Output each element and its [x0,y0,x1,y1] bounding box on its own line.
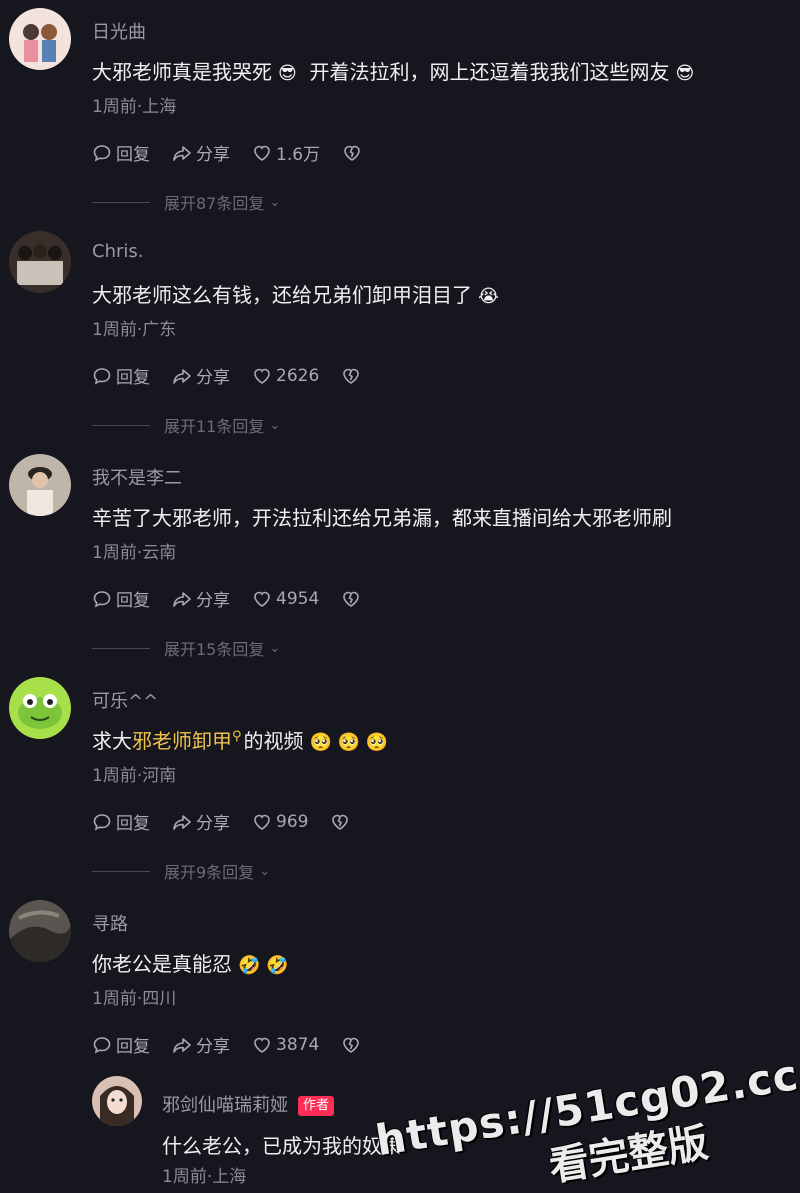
like-button[interactable]: 3874 [252,1035,319,1055]
share-arrow-icon [173,145,191,161]
chevron-down-icon: ⌄ [269,417,281,433]
comment-bubble-icon [93,813,111,830]
share-button[interactable]: 分享 [172,1032,230,1057]
comment-bubble-icon [93,1036,111,1053]
emoji: 😎 [675,63,695,84]
chevron-down-icon: ⌄ [269,640,281,656]
expand-replies[interactable]: 展开15条回复 ⌄ [92,636,280,660]
emoji: 🤣 🤣 [238,955,289,976]
divider [92,647,150,649]
share-arrow-icon [173,368,191,384]
expand-replies[interactable]: 展开9条回复 ⌄ [92,859,270,883]
comment-actions: 回复 分享 969 [92,809,350,834]
broken-heart-icon [344,145,360,161]
avatar[interactable] [9,8,71,70]
comment-item: 日光曲 大邪老师真是我哭死 😎 开着法拉利，网上还逗着我我们这些网友 😎 1周前·上… [0,0,800,223]
comment-text: 求大邪老师卸甲⚲ 的视频 🥺 🥺 🥺 [92,729,389,753]
comment-text: 大邪老师这么有钱，还给兄弟们卸甲泪目了 😭 [92,283,500,307]
reply-meta: 1周前·上海 [162,1167,247,1187]
reply-button[interactable]: 回复 [92,1032,150,1057]
comment-actions: 回复 分享 3874 [92,1032,361,1057]
dislike-button[interactable] [342,143,362,163]
reply-text: 什么老公，已成为我的奴隶 [162,1134,402,1158]
avatar[interactable] [92,1076,142,1126]
like-button[interactable]: 2626 [252,366,319,386]
username[interactable]: 我不是李二 [92,464,182,490]
chevron-down-icon: ⌄ [259,863,271,879]
emoji: 😭 [478,286,500,307]
reply-button[interactable]: 回复 [92,586,150,611]
comment-meta: 1周前·上海 [92,97,177,117]
divider [92,201,150,203]
comment-actions: 回复 分享 4954 [92,586,361,611]
like-count: 2626 [276,365,320,386]
like-button[interactable]: 1.6万 [252,140,320,165]
reply-button[interactable]: 回复 [92,140,150,165]
heart-icon [254,368,270,384]
dislike-button[interactable] [341,1035,361,1055]
comment-meta: 1周前·广东 [92,320,177,340]
like-count: 969 [276,811,309,832]
comment-bubble-icon [93,367,111,384]
username[interactable]: 日光曲 [92,18,146,44]
comment-meta: 1周前·河南 [92,766,177,786]
like-count: 4954 [276,588,320,609]
avatar[interactable] [9,677,71,739]
reply-button[interactable]: 回复 [92,809,150,834]
username[interactable]: 可乐^^ [92,687,158,713]
comment-meta: 1周前·四川 [92,989,177,1009]
divider [92,424,150,426]
comment-item: 我不是李二 辛苦了大邪老师，开法拉利还给兄弟漏，都来直播间给大邪老师刷 1周前·… [0,446,800,669]
reply-button[interactable]: 回复 [92,363,150,388]
dislike-button[interactable] [341,366,361,386]
dislike-button[interactable] [330,812,350,832]
username[interactable]: 邪剑仙喵瑞莉娅 作者 [162,1091,335,1117]
emoji: 🥺 🥺 🥺 [309,732,389,753]
comment-text: 大邪老师真是我哭死 😎 开着法拉利，网上还逗着我我们这些网友 😎 [92,60,695,84]
author-badge: 作者 [298,1096,335,1116]
share-button[interactable]: 分享 [172,140,230,165]
comment-text: 辛苦了大邪老师，开法拉利还给兄弟漏，都来直播间给大邪老师刷 [92,506,672,530]
heart-icon [254,814,270,830]
broken-heart-icon [343,591,360,607]
heart-icon [254,145,270,161]
broken-heart-icon [343,1037,360,1053]
like-count: 3874 [276,1034,320,1055]
broken-heart-icon [343,368,360,384]
emoji: 😎 [278,63,297,84]
heart-icon [254,591,270,607]
divider [92,870,150,872]
share-arrow-icon [173,814,191,830]
expand-replies[interactable]: 展开11条回复 ⌄ [92,413,280,437]
share-button[interactable]: 分享 [172,586,230,611]
search-link[interactable]: 邪老师卸甲 [132,729,232,753]
like-count: 1.6万 [276,145,321,165]
username[interactable]: Chris. [92,241,143,262]
search-icon[interactable]: ⚲ [232,729,242,744]
share-arrow-icon [173,591,191,607]
like-button[interactable]: 969 [252,812,308,832]
username[interactable]: 寻路 [92,910,128,936]
share-button[interactable]: 分享 [172,363,230,388]
comment-actions: 回复 分享 2626 [92,363,361,388]
comment-item: Chris. 大邪老师这么有钱，还给兄弟们卸甲泪目了 😭 1周前·广东 回复 分享… [0,223,800,446]
avatar[interactable] [9,900,71,962]
broken-heart-icon [332,814,349,830]
comment-actions: 回复 分享 1.6万 [92,140,362,165]
share-arrow-icon [173,1037,191,1053]
comment-item: 可乐^^ 求大邪老师卸甲⚲ 的视频 🥺 🥺 🥺 1周前·河南 回复 分享 969 展… [0,669,800,892]
dislike-button[interactable] [341,589,361,609]
comment-bubble-icon [93,144,111,161]
like-button[interactable]: 4954 [252,589,319,609]
avatar[interactable] [9,231,71,293]
chevron-down-icon: ⌄ [269,194,281,210]
avatar[interactable] [9,454,71,516]
heart-icon [254,1037,270,1053]
expand-replies[interactable]: 展开87条回复 ⌄ [92,190,280,214]
comment-text: 你老公是真能忍 🤣 🤣 [92,952,289,976]
comment-bubble-icon [93,590,111,607]
share-button[interactable]: 分享 [172,809,230,834]
comment-meta: 1周前·云南 [92,543,177,563]
